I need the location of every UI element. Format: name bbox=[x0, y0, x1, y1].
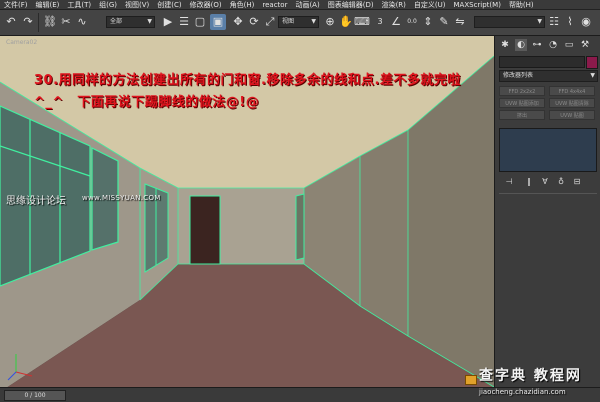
mirror-icon[interactable]: ⇋ bbox=[452, 14, 468, 30]
chevron-down-icon: ▼ bbox=[147, 18, 152, 25]
display-tab-icon[interactable]: ▭ bbox=[563, 39, 575, 51]
main-toolbar: ↶ ↷ ⛓ ✂ ∿ 全部 ▼ ▶ ☰ ▢ ▣ ✥ ⟳ ⤢ 视图 ▼ ⊕ ✋ ⌨ … bbox=[0, 10, 600, 36]
modifier-list-label: 修改器列表 bbox=[503, 72, 534, 79]
menu-tools[interactable]: 工具(T) bbox=[67, 0, 91, 10]
curve-editor-icon[interactable]: ⌇ bbox=[562, 14, 578, 30]
brand-url: jiaocheng.chazidian.com bbox=[479, 388, 566, 396]
menu-maxscript[interactable]: MAXScript(M) bbox=[454, 0, 501, 10]
menu-character[interactable]: 角色(H) bbox=[230, 0, 255, 10]
brand-name: 查字典 教程网 bbox=[479, 368, 582, 384]
scale-icon[interactable]: ⤢ bbox=[262, 14, 278, 30]
object-color-swatch[interactable] bbox=[586, 56, 598, 69]
brand-logo-icon bbox=[465, 375, 477, 385]
toolbar-separator bbox=[38, 13, 39, 32]
right-wall-segment bbox=[360, 130, 408, 336]
menu-rendering[interactable]: 渲染(R) bbox=[382, 0, 406, 10]
snap-toggle-icon[interactable]: 3 bbox=[372, 14, 388, 30]
utilities-tab-icon[interactable]: ⚒ bbox=[579, 39, 591, 51]
ffd-2x2x2-button[interactable]: FFD 2x2x2 bbox=[499, 86, 545, 96]
chevron-down-icon: ▼ bbox=[311, 18, 316, 25]
menu-file[interactable]: 文件(F) bbox=[4, 0, 28, 10]
named-selection-icon[interactable]: ✎ bbox=[436, 14, 452, 30]
modifier-list-dropdown[interactable]: 修改器列表 ▼ bbox=[499, 70, 598, 82]
show-end-result-icon[interactable]: ‖ bbox=[523, 176, 535, 188]
remove-modifier-icon[interactable]: ♁ bbox=[555, 176, 567, 188]
select-link-icon[interactable]: ⛓ bbox=[42, 14, 58, 30]
rectangular-selection-icon[interactable]: ▢ bbox=[192, 14, 208, 30]
site-watermark: www.MISSYUAN.COM bbox=[82, 194, 161, 202]
unlink-icon[interactable]: ✂ bbox=[58, 14, 74, 30]
material-editor-icon[interactable]: ◉ bbox=[578, 14, 594, 30]
menu-graph-editors[interactable]: 图表编辑器(D) bbox=[328, 0, 374, 10]
create-tab-icon[interactable]: ✱ bbox=[499, 39, 511, 51]
uvw-map-add-button[interactable]: UVW 贴图添加 bbox=[499, 98, 545, 108]
move-icon[interactable]: ✥ bbox=[230, 14, 246, 30]
layer-manager-icon[interactable]: ☷ bbox=[546, 14, 562, 30]
angle-snap-icon[interactable]: ∠ bbox=[388, 14, 404, 30]
reference-coordinate-dropdown[interactable]: 视图 ▼ bbox=[278, 16, 319, 28]
pin-stack-icon[interactable]: ⊣ bbox=[503, 176, 515, 188]
uvw-map-button[interactable]: UVW 贴图 bbox=[549, 110, 595, 120]
tutorial-caption: 30.用同样的方法创建出所有的门和窗.移除多余的线和点.差不多就完啦^_^ 下面… bbox=[34, 73, 461, 110]
selection-filter-dropdown[interactable]: 全部 ▼ bbox=[106, 16, 155, 28]
menu-group[interactable]: 组(G) bbox=[99, 0, 117, 10]
ffd-4x4x4-button[interactable]: FFD 4x4x4 bbox=[549, 86, 595, 96]
forum-watermark: 思缘设计论坛 bbox=[6, 196, 66, 207]
door bbox=[189, 195, 221, 265]
right-corridor-window bbox=[295, 193, 305, 261]
select-object-icon[interactable]: ▶ bbox=[160, 14, 176, 30]
camera-viewport[interactable]: Camera02 30.用同样的方法创建出所有的门和窗.移除多余的线和点.差不多… bbox=[0, 36, 494, 387]
chevron-down-icon: ▼ bbox=[590, 72, 595, 79]
extrude-button[interactable]: 挤出 bbox=[499, 110, 545, 120]
menu-reactor[interactable]: reactor bbox=[262, 0, 287, 10]
select-by-name-icon[interactable]: ☰ bbox=[176, 14, 192, 30]
keyboard-shortcut-icon[interactable]: ⌨ bbox=[354, 14, 370, 30]
menu-bar: 文件(F) 编辑(E) 工具(T) 组(G) 视图(V) 创建(C) 修改器(O… bbox=[0, 0, 600, 10]
brand-watermark: 查字典 教程网 jiaocheng.chazidian.com bbox=[465, 363, 600, 401]
reference-coordinate-value: 视图 bbox=[282, 18, 295, 25]
manipulate-icon[interactable]: ✋ bbox=[338, 14, 354, 30]
menu-help[interactable]: 帮助(H) bbox=[509, 0, 534, 10]
undo-icon[interactable]: ↶ bbox=[3, 14, 19, 30]
percent-snap-icon[interactable]: 0.0 bbox=[404, 14, 420, 30]
uvw-map-clear-button[interactable]: UVW 贴图清除 bbox=[549, 98, 595, 108]
rotate-icon[interactable]: ⟳ bbox=[246, 14, 262, 30]
pivot-center-icon[interactable]: ⊕ bbox=[322, 14, 338, 30]
viewport-label[interactable]: Camera02 bbox=[6, 39, 37, 46]
window-crossing-icon[interactable]: ▣ bbox=[210, 14, 226, 30]
menu-modifiers[interactable]: 修改器(O) bbox=[190, 0, 222, 10]
redo-icon[interactable]: ↷ bbox=[20, 14, 36, 30]
spinner-snap-icon[interactable]: ⇕ bbox=[420, 14, 436, 30]
object-name-field[interactable] bbox=[499, 56, 585, 68]
named-selection-sets-dropdown[interactable]: ▼ bbox=[474, 16, 545, 28]
command-panel: ✱ ◐ ⊶ ◔ ▭ ⚒ 修改器列表 ▼ FFD 2x2x2 FFD 4x4x4 … bbox=[494, 36, 600, 387]
menu-create[interactable]: 创建(C) bbox=[157, 0, 181, 10]
menu-animation[interactable]: 动画(A) bbox=[295, 0, 319, 10]
selection-filter-value: 全部 bbox=[110, 18, 123, 25]
menu-customize[interactable]: 自定义(U) bbox=[414, 0, 446, 10]
menu-views[interactable]: 视图(V) bbox=[125, 0, 149, 10]
make-unique-icon[interactable]: ∀ bbox=[539, 176, 551, 188]
chevron-down-icon: ▼ bbox=[537, 18, 542, 25]
menu-edit[interactable]: 编辑(E) bbox=[36, 0, 60, 10]
stack-divider bbox=[499, 193, 597, 194]
modifier-stack[interactable] bbox=[499, 128, 597, 172]
motion-tab-icon[interactable]: ◔ bbox=[547, 39, 559, 51]
hierarchy-tab-icon[interactable]: ⊶ bbox=[531, 39, 543, 51]
time-slider[interactable]: 0 / 100 bbox=[4, 390, 66, 401]
configure-modifier-sets-icon[interactable]: ⊟ bbox=[571, 176, 583, 188]
bind-spacewarp-icon[interactable]: ∿ bbox=[74, 14, 90, 30]
modify-tab-icon[interactable]: ◐ bbox=[515, 39, 527, 51]
